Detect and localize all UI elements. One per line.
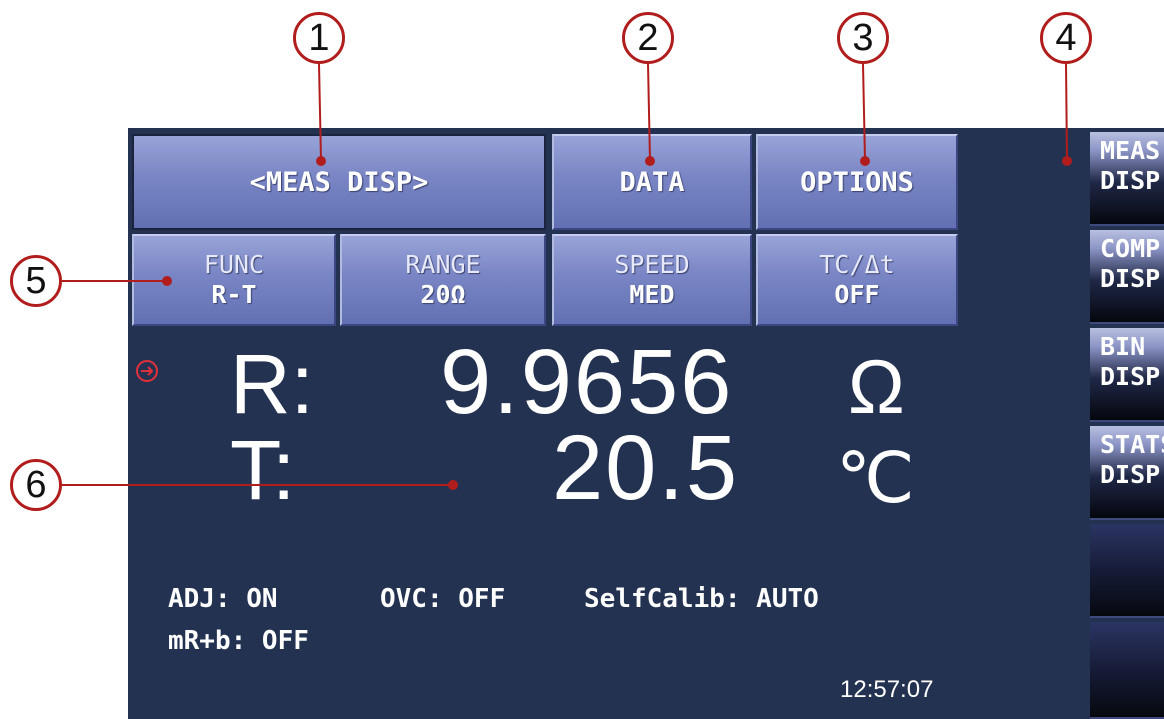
callout-6: 6 bbox=[10, 459, 62, 511]
mrb-status: mR+b: OFF bbox=[168, 626, 309, 656]
range-value: 20Ω bbox=[420, 280, 466, 309]
softkey-meas-disp[interactable]: MEAS DISP bbox=[1090, 132, 1164, 226]
tab-data[interactable]: DATA bbox=[552, 134, 752, 230]
selfcalib-status: SelfCalib: AUTO bbox=[584, 584, 819, 614]
callout-1: 1 bbox=[293, 12, 345, 64]
softkey-comp-disp-line2: DISP bbox=[1100, 264, 1161, 293]
softkey-bin-disp-line2: DISP bbox=[1100, 362, 1161, 391]
softkey-stats-disp[interactable]: STATS DISP bbox=[1090, 426, 1164, 520]
softkey-comp-disp-line1: COMP bbox=[1100, 234, 1161, 263]
callout-2: 2 bbox=[622, 12, 674, 64]
adj-status: ADJ: ON bbox=[168, 584, 278, 614]
temperature-label: T: bbox=[230, 423, 296, 517]
tc-delta-t-label: TC/Δt bbox=[819, 250, 895, 279]
callout-4: 4 bbox=[1040, 12, 1092, 64]
softkey-blank-6[interactable] bbox=[1090, 622, 1164, 719]
tab-options-label: OPTIONS bbox=[800, 166, 914, 198]
softkey-blank-5[interactable] bbox=[1090, 524, 1164, 618]
tab-meas-disp-label: <MEAS DISP> bbox=[249, 166, 429, 198]
func-label: FUNC bbox=[203, 250, 265, 279]
callout-3: 3 bbox=[837, 12, 889, 64]
softkey-bin-disp[interactable]: BIN DISP bbox=[1090, 328, 1164, 422]
callout-5: 5 bbox=[10, 255, 62, 307]
temperature-value: 20.5 bbox=[552, 417, 740, 519]
tc-delta-t-button[interactable]: TC/Δt OFF bbox=[756, 234, 958, 326]
speed-value: MED bbox=[629, 280, 675, 309]
tc-delta-t-value: OFF bbox=[834, 280, 880, 309]
softkey-meas-disp-line2: DISP bbox=[1100, 166, 1161, 195]
range-button[interactable]: RANGE 20Ω bbox=[340, 234, 546, 326]
softkey-stats-disp-line2: DISP bbox=[1100, 460, 1161, 489]
softkey-bin-disp-line1: BIN bbox=[1100, 332, 1146, 361]
softkey-stats-disp-line1: STATS bbox=[1100, 430, 1164, 459]
instrument-screen: <MEAS DISP> DATA OPTIONS FUNC R-T RANGE … bbox=[128, 128, 1164, 719]
resistance-unit: Ω bbox=[848, 345, 905, 430]
tab-data-label: DATA bbox=[619, 166, 685, 198]
temperature-unit: ℃ bbox=[836, 439, 915, 517]
softkey-comp-disp[interactable]: COMP DISP bbox=[1090, 230, 1164, 324]
arrow-indicator-icon bbox=[136, 360, 158, 382]
speed-button[interactable]: SPEED MED bbox=[552, 234, 752, 326]
softkey-meas-disp-line1: MEAS bbox=[1100, 136, 1161, 165]
func-button[interactable]: FUNC R-T bbox=[132, 234, 336, 326]
range-label: RANGE bbox=[405, 250, 481, 279]
clock: 12:57:07 bbox=[840, 676, 934, 703]
speed-label: SPEED bbox=[614, 250, 690, 279]
tab-options[interactable]: OPTIONS bbox=[756, 134, 958, 230]
tab-meas-disp[interactable]: <MEAS DISP> bbox=[132, 134, 546, 230]
ovc-status: OVC: OFF bbox=[380, 584, 506, 614]
func-value: R-T bbox=[211, 280, 257, 309]
resistance-label: R: bbox=[230, 337, 314, 431]
